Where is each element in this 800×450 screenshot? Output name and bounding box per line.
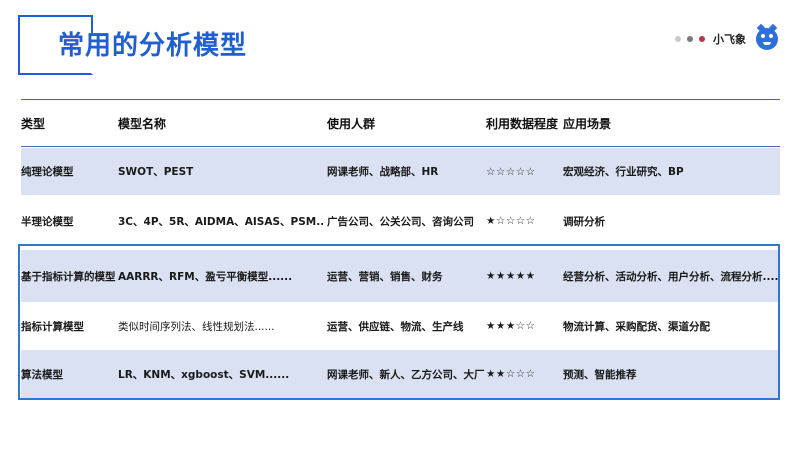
row-users: 网课老师、战略部、HR [327,166,439,178]
row-scenarios: 宏观经济、行业研究、BP [563,166,684,178]
row-models: 3C、4P、5R、AIDMA、AISAS、PSM...... [118,215,323,228]
row-models: AARRR、RFM、盈亏平衡模型...... [118,270,293,283]
row-rating-stars: ☆☆☆☆☆ [486,165,536,178]
row-scenarios: 调研分析 [563,215,605,228]
row-type: 基于指标计算的模型 [21,270,116,283]
header-scenarios: 应用场景 [563,116,612,131]
table-row: 算法模型 LR、KNM、xgboost、SVM...... 网课老师、新人、乙方… [21,350,780,398]
page-title: 常用的分析模型 [58,31,248,61]
dot-1 [675,36,681,42]
row-users: 运营、供应链、物流、生产线 [327,320,464,333]
header-users: 使用人群 [327,116,376,131]
row-rating-stars: ★★★☆☆ [486,320,536,332]
header-model-name: 模型名称 [118,116,167,131]
row-scenarios: 经营分析、活动分析、用户分析、流程分析...... [563,270,778,283]
row-models: LR、KNM、xgboost、SVM...... [118,368,290,381]
row-type: 纯理论模型 [21,166,74,178]
header-data-usage: 利用数据程度 [486,116,559,131]
row-users: 网课老师、新人、乙方公司、大厂 [327,368,485,381]
row-users: 广告公司、公关公司、咨询公司 [327,215,474,228]
row-scenarios: 预测、智能推荐 [563,368,637,381]
table-header-row: 类型 模型名称 使用人群 利用数据程度 应用场景 [21,100,780,147]
table-row: 纯理论模型 SWOT、PEST 网课老师、战略部、HR ☆☆☆☆☆ 宏观经济、行… [21,148,780,195]
dot-3 [699,36,705,42]
row-scenarios: 物流计算、采购配货、渠道分配 [563,320,710,333]
header-type: 类型 [21,116,46,131]
table-row: 指标计算模型 类似时间序列法、线性规划法...... 运营、供应链、物流、生产线… [21,302,780,350]
brand-name: 小飞象 [713,33,746,46]
row-type: 指标计算模型 [21,320,84,333]
dot-2 [687,36,693,42]
table-row: 半理论模型 3C、4P、5R、AIDMA、AISAS、PSM...... 广告公… [21,196,780,246]
row-rating-stars: ★★☆☆☆ [486,368,536,380]
elephant-logo-icon [756,23,778,50]
row-models: 类似时间序列法、线性规划法...... [118,320,275,333]
row-rating-stars: ★★★★★ [486,270,536,282]
brand: 小飞象 [675,23,778,50]
row-rating-stars: ★☆☆☆☆ [486,215,536,227]
row-type: 算法模型 [21,368,63,381]
row-models: SWOT、PEST [118,166,194,178]
row-type: 半理论模型 [21,215,74,228]
table-row: 基于指标计算的模型 AARRR、RFM、盈亏平衡模型...... 运营、营销、销… [21,250,780,302]
row-users: 运营、营销、销售、财务 [327,270,443,283]
